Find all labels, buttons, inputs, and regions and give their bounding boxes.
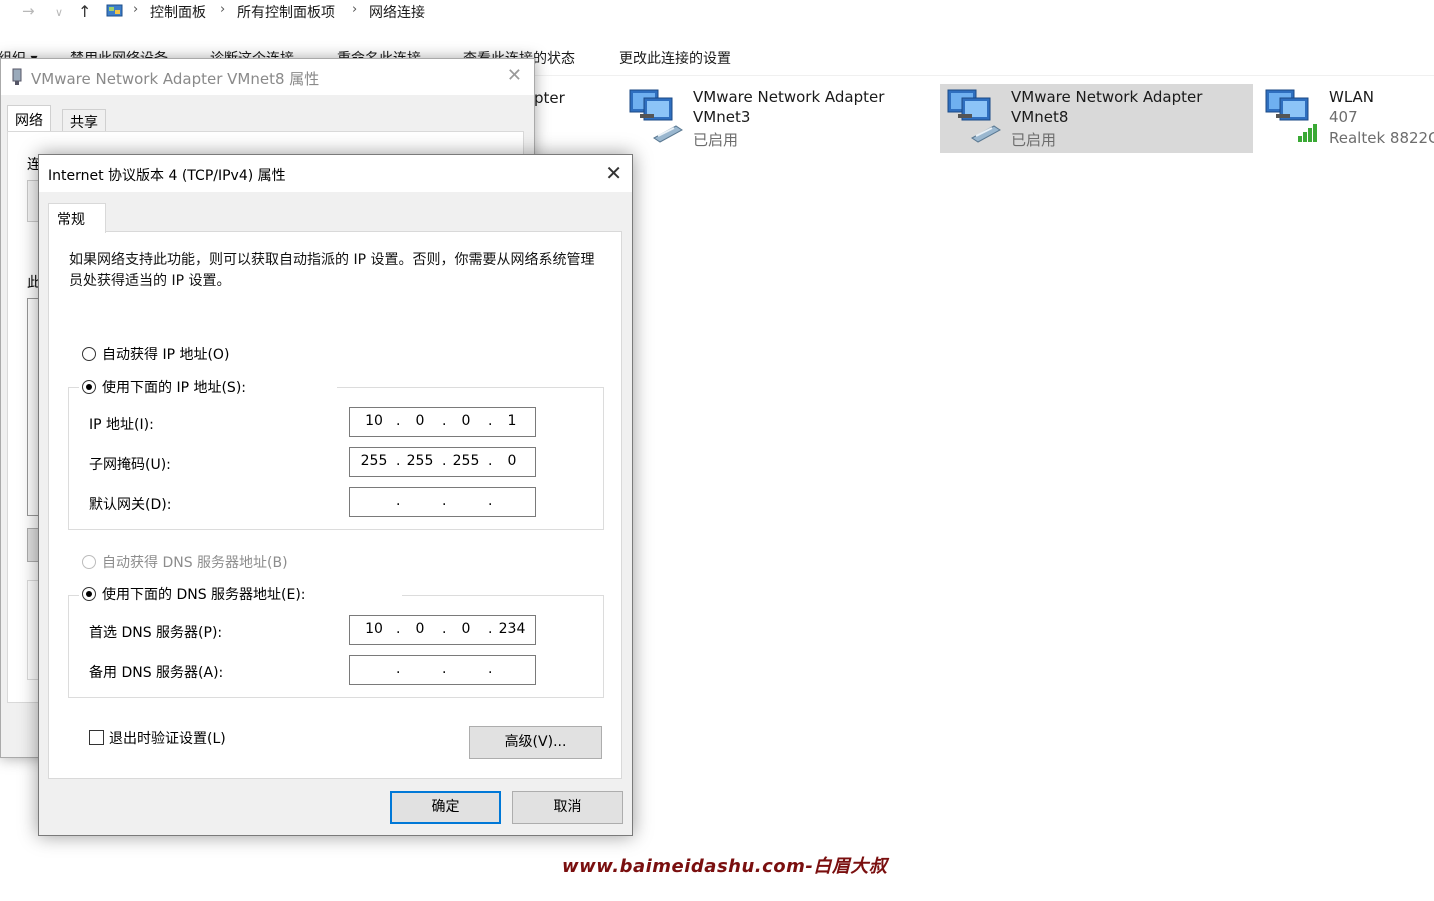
auto-ip-radio[interactable] (82, 347, 96, 361)
adapter-vmnet3[interactable]: VMware Network Adapter VMnet3 已启用 (622, 84, 922, 153)
tab-network[interactable]: 网络 (7, 105, 51, 131)
ip-octet: 255 (406, 453, 434, 469)
adapter-ssid: 407 (1329, 108, 1358, 126)
ip-octet: 0 (415, 621, 425, 637)
adapter-name: VMnet3 (693, 108, 751, 126)
subnet-mask-label: 子网掩码(U): (89, 457, 171, 473)
manual-dns-label[interactable]: 使用下面的 DNS 服务器地址(E): (102, 584, 306, 604)
adapter-name: WLAN (1329, 88, 1375, 106)
breadcrumb-separator-icon: › (220, 2, 226, 17)
default-gateway-label: 默认网关(D): (89, 497, 172, 513)
manual-ip-label[interactable]: 使用下面的 IP 地址(S): (102, 377, 246, 397)
default-gateway-field[interactable]: . . . (349, 487, 536, 517)
validate-on-exit-checkbox[interactable] (89, 730, 104, 745)
breadcrumb-network-connections[interactable]: 网络连接 (369, 2, 425, 22)
ip-octet: 0 (507, 453, 517, 469)
close-icon[interactable]: ✕ (605, 161, 622, 185)
chevron-down-icon[interactable]: ∨ (55, 6, 63, 19)
adapter-status: 已启用 (1011, 131, 1057, 149)
breadcrumb-all-items[interactable]: 所有控制面板项 (237, 2, 335, 22)
control-panel-icon (106, 4, 124, 19)
general-tab-panel: 如果网络支持此功能，则可以获取自动指派的 IP 设置。否则，你需要从网络系统管理… (48, 231, 622, 779)
change-settings-button[interactable]: 更改此连接的设置 (619, 48, 731, 68)
auto-dns-label[interactable]: 自动获得 DNS 服务器地址(B) (102, 552, 288, 572)
adapter-device: Realtek 8822C (1329, 129, 1434, 147)
dialog-titlebar: VMware Network Adapter VMnet8 属性 ✕ (1, 59, 534, 95)
dialog-titlebar: Internet 协议版本 4 (TCP/IPv4) 属性 ✕ (39, 155, 632, 192)
breadcrumb-separator-icon: › (133, 2, 139, 17)
dialog-title: Internet 协议版本 4 (TCP/IPv4) 属性 (48, 168, 286, 184)
validate-on-exit-label[interactable]: 退出时验证设置(L) (109, 728, 226, 748)
ip-octet: 255 (452, 453, 480, 469)
description-text: 如果网络支持此功能，则可以获取自动指派的 IP 设置。否则，你需要从网络系统管理… (69, 252, 595, 289)
ip-octet: 234 (498, 621, 526, 637)
tab-sharing[interactable]: 共享 (62, 109, 106, 133)
ip-octet: 255 (360, 453, 388, 469)
alternate-dns-field[interactable]: . . . (349, 655, 536, 685)
auto-ip-label[interactable]: 自动获得 IP 地址(O) (102, 344, 229, 364)
adapter-name: VMnet8 (1011, 108, 1069, 126)
watermark-text: www.baimeidashu.com-白眉大叔 (562, 856, 888, 877)
preferred-dns-field[interactable]: 10 . 0 . 0 . 234 (349, 615, 536, 645)
breadcrumb-control-panel[interactable]: 控制面板 (150, 2, 206, 22)
dialog-title: VMware Network Adapter VMnet8 属性 (31, 70, 320, 88)
up-arrow-icon[interactable]: ↑ (78, 2, 91, 21)
ip-address-field[interactable]: 10 . 0 . 0 . 1 (349, 407, 536, 437)
tab-general[interactable]: 常规 (48, 203, 106, 233)
ipv4-properties-dialog: Internet 协议版本 4 (TCP/IPv4) 属性 ✕ 常规 如果网络支… (38, 154, 633, 836)
ip-octet: 0 (461, 413, 471, 429)
subnet-mask-field[interactable]: 255 . 255 . 255 . 0 (349, 447, 536, 477)
forward-icon[interactable]: → (22, 2, 35, 20)
ip-octet: 0 (461, 621, 471, 637)
manual-ip-radio[interactable] (82, 380, 96, 394)
advanced-button[interactable]: 高级(V)... (469, 726, 602, 759)
adapter-vmnet8[interactable]: VMware Network Adapter VMnet8 已启用 (940, 84, 1253, 153)
adapter-wlan[interactable]: WLAN 407 Realtek 8822C (1258, 84, 1434, 153)
ip-octet: 1 (507, 413, 517, 429)
ok-button[interactable]: 确定 (390, 791, 501, 824)
auto-dns-radio[interactable] (82, 555, 96, 569)
network-adapter-icon (944, 86, 1004, 146)
manual-dns-radio[interactable] (82, 587, 96, 601)
address-bar: → ∨ ↑ › 控制面板 › 所有控制面板项 › 网络连接 (0, 0, 1434, 24)
ip-octet: 10 (365, 621, 383, 637)
ip-address-label: IP 地址(I): (89, 417, 154, 433)
cancel-button[interactable]: 取消 (512, 791, 623, 824)
breadcrumb-separator-icon: › (352, 2, 358, 17)
alternate-dns-label: 备用 DNS 服务器(A): (89, 665, 224, 681)
ip-octet: 10 (365, 413, 383, 429)
close-icon[interactable]: ✕ (507, 65, 522, 86)
network-adapter-icon (11, 68, 23, 86)
adapter-name: VMware Network Adapter (1011, 88, 1203, 106)
ip-octet: 0 (415, 413, 425, 429)
network-adapter-icon (626, 86, 686, 146)
adapter-name: VMware Network Adapter (693, 88, 885, 106)
preferred-dns-label: 首选 DNS 服务器(P): (89, 625, 223, 641)
adapter-name-partial: pter (534, 89, 565, 107)
wifi-adapter-icon (1262, 86, 1322, 146)
adapter-status: 已启用 (693, 131, 739, 149)
